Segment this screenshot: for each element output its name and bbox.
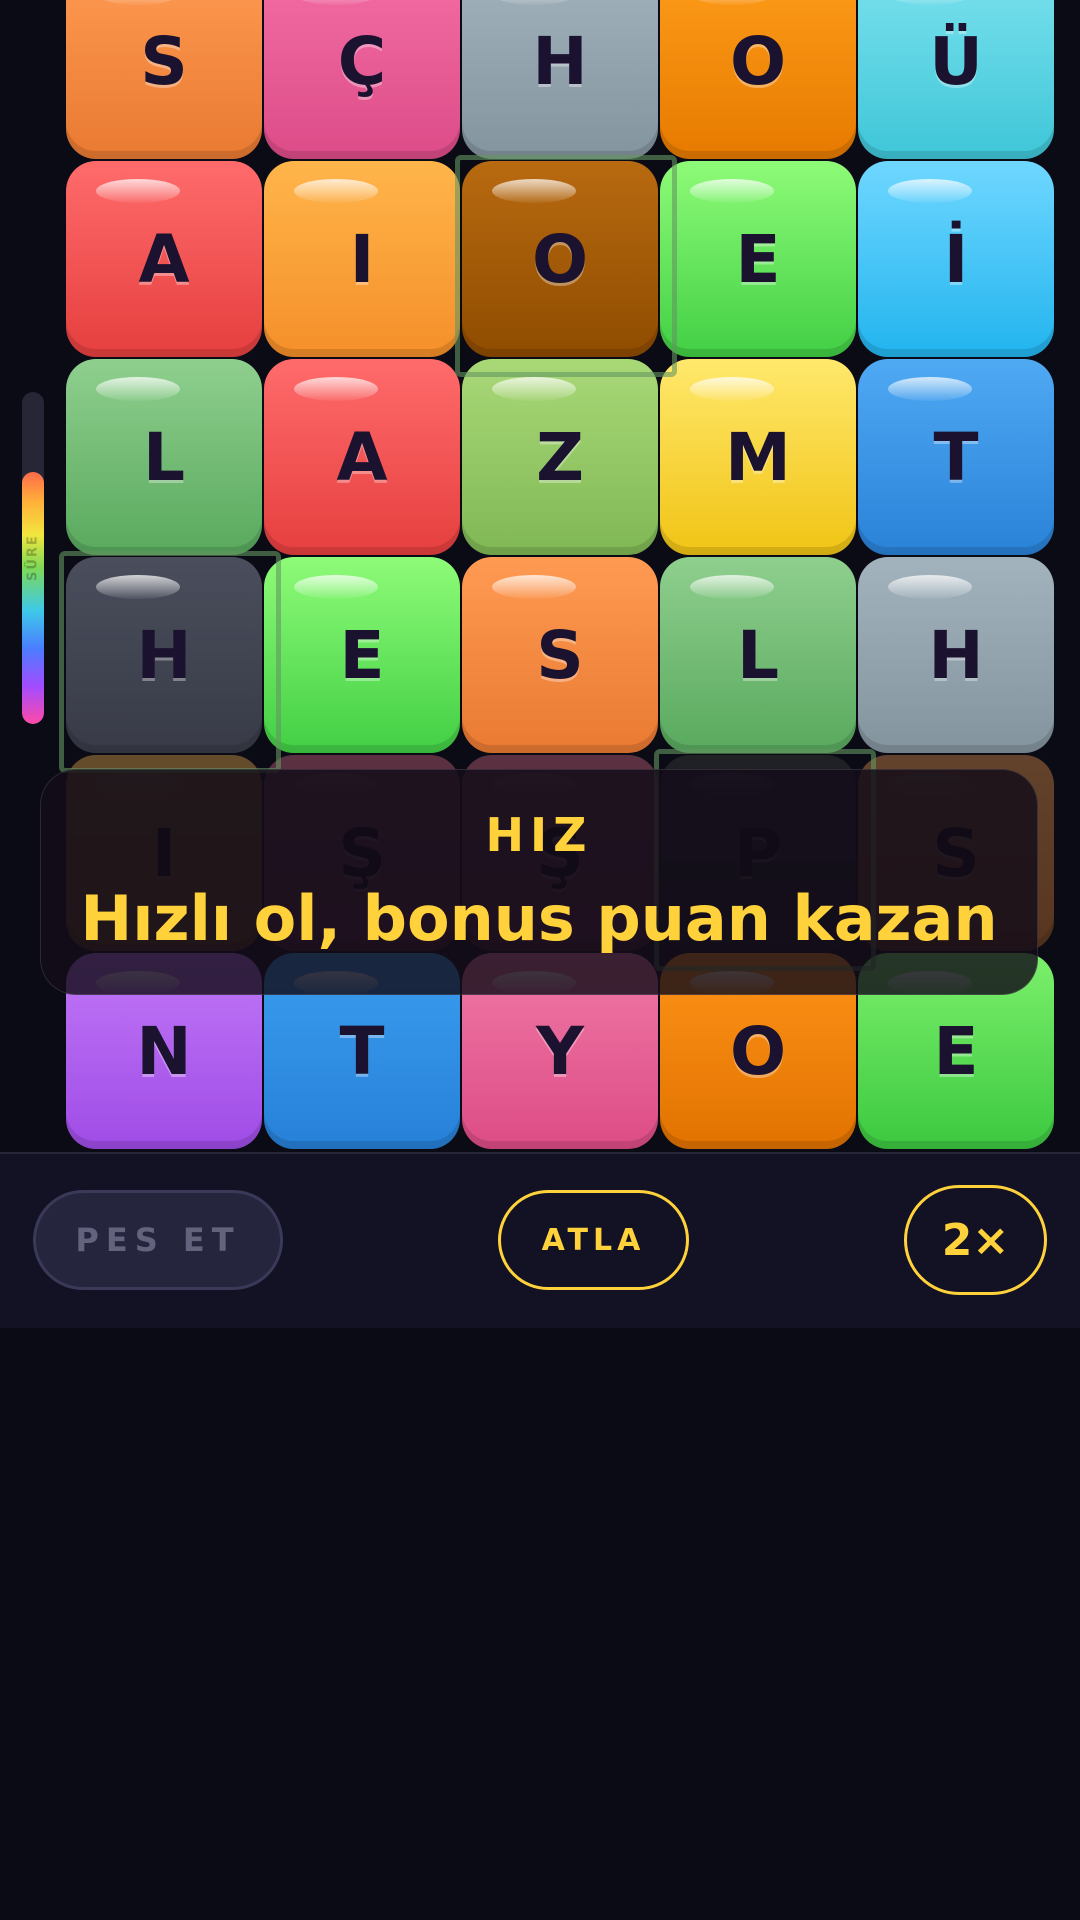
tile-letter: A bbox=[336, 418, 388, 496]
tile-letter: E bbox=[933, 1012, 979, 1090]
bottom-control-bar: PES ET ATLA 2× bbox=[0, 1152, 1080, 1328]
letter-tile[interactable]: H bbox=[66, 557, 262, 753]
letter-tile[interactable]: E bbox=[264, 557, 460, 753]
tile-letter: O bbox=[729, 22, 787, 100]
letter-tile[interactable]: E bbox=[660, 161, 856, 357]
tile-letter: L bbox=[736, 616, 780, 694]
tile-letter: H bbox=[532, 22, 588, 100]
tile-letter: Ç bbox=[337, 22, 387, 100]
letter-tile[interactable]: L bbox=[660, 557, 856, 753]
hint-banner: HIZ Hızlı ol, bonus puan kazan bbox=[40, 769, 1038, 995]
letter-tile[interactable]: A bbox=[66, 161, 262, 357]
letter-tile[interactable]: T bbox=[858, 359, 1054, 555]
tile-letter: O bbox=[531, 220, 589, 298]
letter-tile[interactable]: İ bbox=[858, 161, 1054, 357]
tile-letter: İ bbox=[943, 220, 969, 298]
tile-letter: S bbox=[536, 616, 584, 694]
letter-tile[interactable]: H bbox=[858, 557, 1054, 753]
tile-letter: L bbox=[142, 418, 186, 496]
tile-letter: T bbox=[339, 1012, 385, 1090]
hint-title: HIZ bbox=[485, 808, 593, 862]
time-bar: SÜRE bbox=[22, 392, 44, 724]
skip-button[interactable]: ATLA bbox=[498, 1190, 689, 1290]
tile-letter: E bbox=[339, 616, 385, 694]
letter-tile[interactable]: S bbox=[462, 557, 658, 753]
tile-letter: N bbox=[136, 1012, 192, 1090]
tile-letter: Y bbox=[536, 1012, 584, 1090]
tile-letter: M bbox=[725, 418, 791, 496]
give-up-button[interactable]: PES ET bbox=[33, 1190, 283, 1290]
tile-letter: H bbox=[136, 616, 192, 694]
letter-tile[interactable]: Ç bbox=[264, 0, 460, 159]
letter-tile[interactable]: I bbox=[264, 161, 460, 357]
hint-text: Hızlı ol, bonus puan kazan bbox=[80, 882, 998, 955]
tile-letter: Z bbox=[536, 418, 584, 496]
tile-letter: Ü bbox=[929, 22, 983, 100]
multiplier-button[interactable]: 2× bbox=[904, 1185, 1047, 1295]
letter-tile[interactable]: A bbox=[264, 359, 460, 555]
letter-tile[interactable]: L bbox=[66, 359, 262, 555]
letter-tile[interactable]: H bbox=[462, 0, 658, 159]
letter-tile[interactable]: M bbox=[660, 359, 856, 555]
game-screen: SÜRE SÇHOÜAIOEİLAZMTHESLHIŞŞPSNTYOE HIZ … bbox=[0, 0, 1080, 1920]
tile-letter: O bbox=[729, 1012, 787, 1090]
tile-letter: S bbox=[140, 22, 188, 100]
letter-tile[interactable]: O bbox=[462, 161, 658, 357]
tile-letter: I bbox=[349, 220, 375, 298]
tile-letter: H bbox=[928, 616, 984, 694]
letter-tile[interactable]: O bbox=[660, 0, 856, 159]
tile-letter: T bbox=[933, 418, 979, 496]
letter-tile[interactable]: S bbox=[66, 0, 262, 159]
letter-tile[interactable]: Z bbox=[462, 359, 658, 555]
letter-tile[interactable]: Ü bbox=[858, 0, 1054, 159]
time-bar-label: SÜRE bbox=[25, 534, 41, 582]
tile-letter: E bbox=[735, 220, 781, 298]
tile-letter: A bbox=[138, 220, 190, 298]
